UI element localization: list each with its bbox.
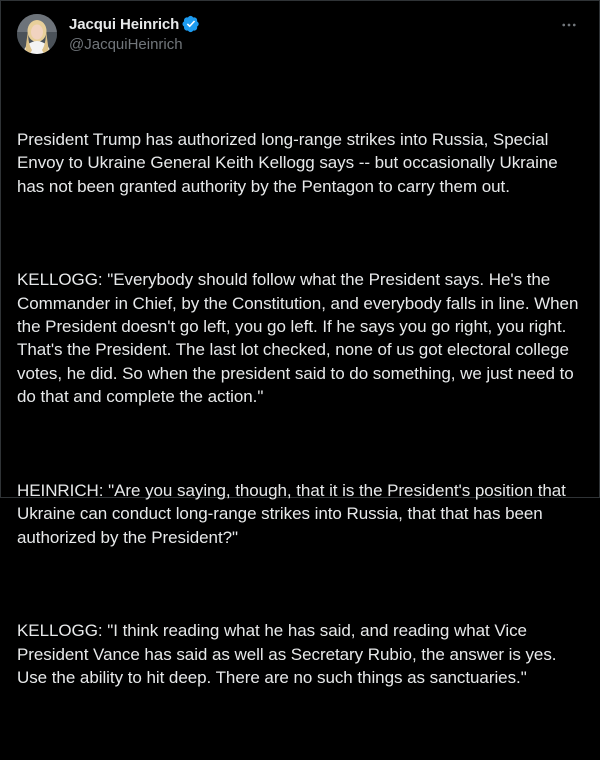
tweet-paragraph: HEINRICH: "Are you saying, though, that … xyxy=(17,480,571,547)
tweet-paragraph: KELLOGG: "Everybody should follow what t… xyxy=(17,270,584,407)
author-names: Jacqui Heinrich @JacquiHeinrich xyxy=(69,14,200,53)
tweet-header: Jacqui Heinrich @JacquiHeinrich xyxy=(17,13,583,65)
author-display-name[interactable]: Jacqui Heinrich xyxy=(69,16,179,33)
avatar[interactable] xyxy=(17,14,57,54)
tweet-text: President Trump has authorized long-rang… xyxy=(17,81,583,760)
tweet-paragraph: KELLOGG: "I think reading what he has sa… xyxy=(17,621,562,688)
tweet-card: Jacqui Heinrich @JacquiHeinrich Presiden… xyxy=(0,0,600,687)
profile-photo-icon xyxy=(17,14,57,54)
author-handle[interactable]: @JacquiHeinrich xyxy=(69,36,200,53)
more-horizontal-icon xyxy=(562,23,576,27)
name-row: Jacqui Heinrich xyxy=(69,14,200,34)
more-options-button[interactable] xyxy=(557,15,581,35)
verified-badge-icon[interactable] xyxy=(182,15,200,33)
tweet-paragraph: President Trump has authorized long-rang… xyxy=(17,129,563,196)
